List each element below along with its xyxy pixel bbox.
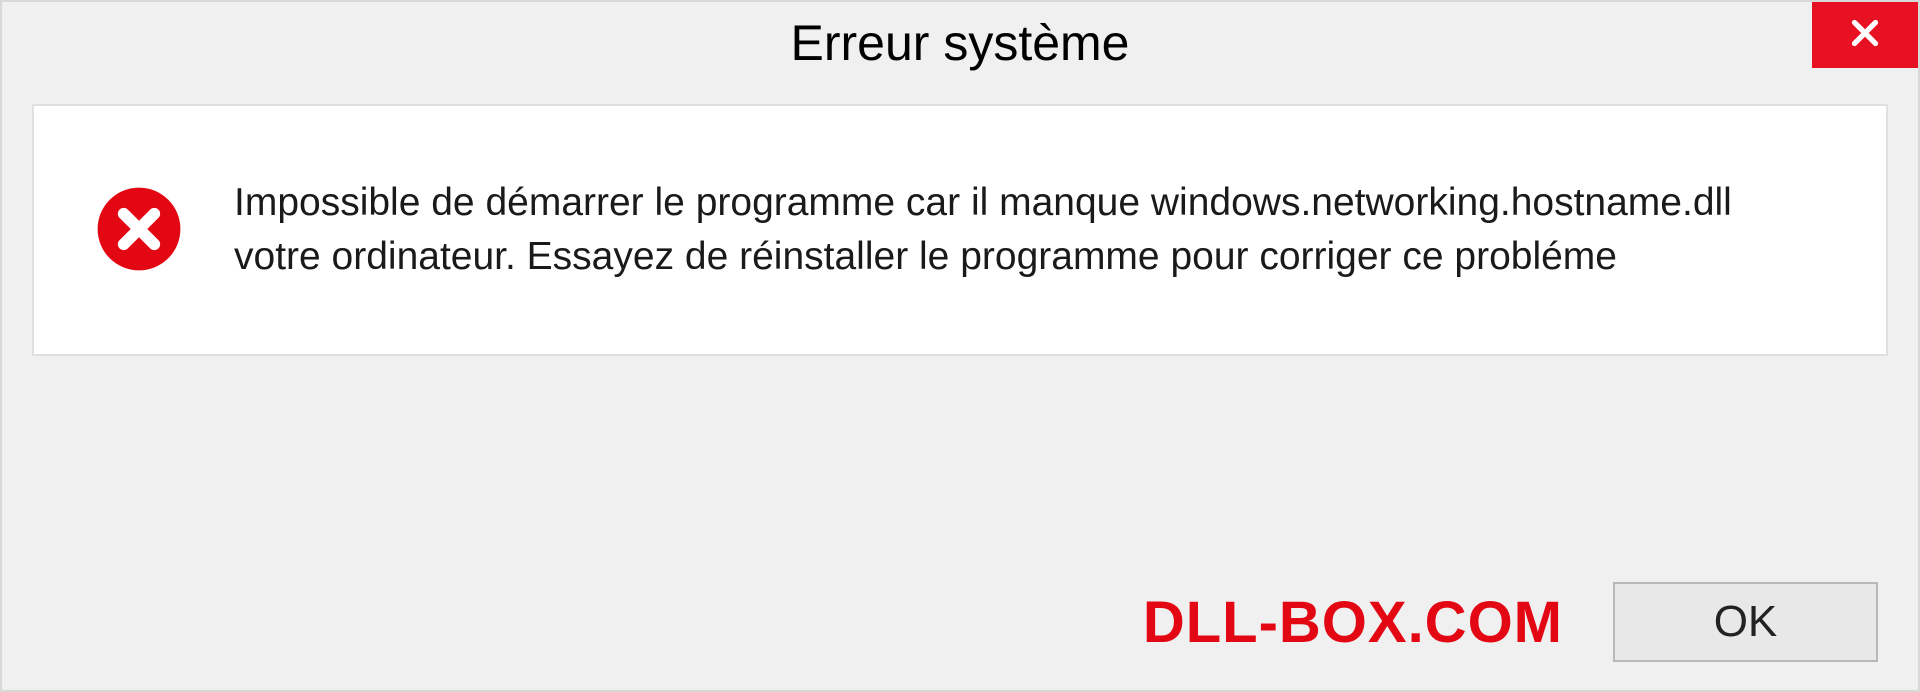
dialog-footer: DLL-BOX.COM OK	[2, 582, 1918, 662]
close-icon	[1847, 15, 1883, 56]
ok-button[interactable]: OK	[1613, 582, 1878, 662]
titlebar: Erreur système	[2, 2, 1918, 84]
dialog-title: Erreur système	[791, 14, 1130, 72]
content-panel: Impossible de démarrer le programme car …	[32, 104, 1888, 356]
close-button[interactable]	[1812, 2, 1918, 68]
error-message: Impossible de démarrer le programme car …	[234, 176, 1826, 284]
error-icon	[94, 184, 184, 274]
watermark-text: DLL-BOX.COM	[1143, 589, 1563, 656]
error-dialog: Erreur système Impossible de démarrer le…	[0, 0, 1920, 692]
